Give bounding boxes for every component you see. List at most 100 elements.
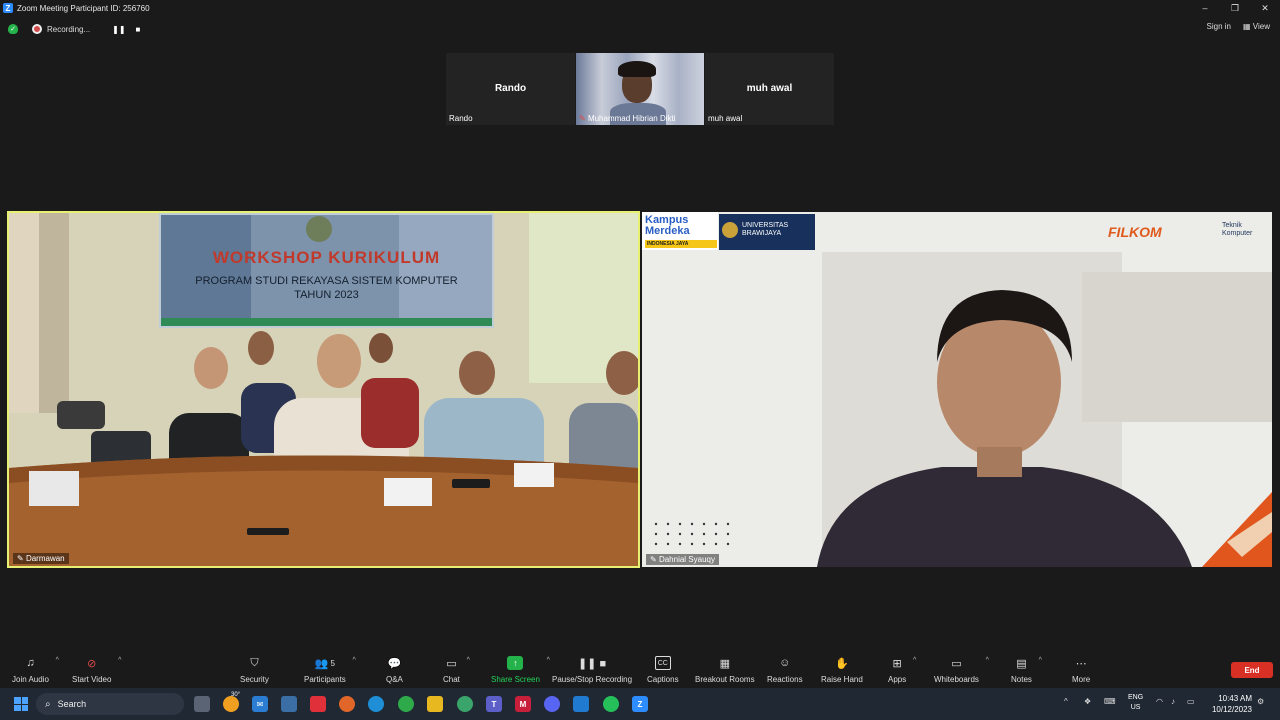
- join-audio-button[interactable]: ♫ Join Audio ^: [12, 656, 59, 684]
- dropbox-icon[interactable]: ❖: [1084, 697, 1091, 706]
- participant-name: muh awal: [746, 83, 793, 94]
- chevron-up-icon[interactable]: ^: [913, 657, 916, 664]
- notes-icon: ▤: [1016, 657, 1027, 670]
- more-label: More: [1072, 675, 1091, 684]
- shield-icon: ⛉: [250, 656, 259, 669]
- participant-label: Rando: [449, 114, 473, 123]
- whiteboard-icon: ▭: [951, 657, 962, 670]
- qa-button[interactable]: 💬 Q&A: [386, 656, 403, 685]
- notes-button[interactable]: ▤ Notes ^: [1011, 656, 1042, 684]
- grid-icon: ▦: [1243, 22, 1253, 31]
- chevron-up-icon[interactable]: ^: [353, 657, 356, 664]
- system-clock[interactable]: 10:43 AM 10/12/2023: [1212, 693, 1252, 715]
- participant-label: muh awal: [708, 114, 743, 123]
- recording-indicator-icon: [32, 24, 42, 34]
- discord-icon[interactable]: [544, 696, 560, 712]
- video-tile-darmawan[interactable]: WORKSHOP KURIKULUM PROGRAM STUDI REKAYAS…: [7, 211, 640, 568]
- view-button[interactable]: ▦ View: [1243, 22, 1270, 31]
- stop-recording-button[interactable]: ■: [136, 25, 141, 34]
- participant-tile-rando[interactable]: Rando Rando: [446, 53, 575, 125]
- chevron-up-icon[interactable]: ^: [547, 657, 550, 664]
- battery-icon[interactable]: ▭: [1187, 697, 1195, 706]
- keyboard-icon[interactable]: ⌨: [1104, 697, 1116, 706]
- close-button[interactable]: ✕: [1250, 0, 1280, 16]
- participants-label: Participants: [304, 675, 346, 684]
- zoom-taskbar-icon[interactable]: Z: [632, 696, 648, 712]
- search-label: Search: [57, 699, 87, 709]
- filkom-logo: FILKOM: [1108, 224, 1162, 240]
- minimize-button[interactable]: –: [1190, 0, 1220, 16]
- share-screen-button[interactable]: ↑ Share Screen ^: [491, 656, 550, 684]
- whiteboards-button[interactable]: ▭ Whiteboards ^: [934, 656, 989, 684]
- restore-button[interactable]: ❐: [1220, 0, 1250, 16]
- pause-stop-recording-button[interactable]: ❚❚ ■ Pause/Stop Recording: [552, 656, 632, 685]
- pause-recording-button[interactable]: ❚❚: [112, 25, 125, 34]
- chevron-up-icon[interactable]: ^: [986, 657, 989, 664]
- participant-tile-muh-awal[interactable]: muh awal muh awal: [705, 53, 834, 125]
- chrome-icon[interactable]: [398, 696, 414, 712]
- qa-icon: 💬: [387, 657, 402, 670]
- gift-app-icon[interactable]: [310, 696, 326, 712]
- windows-start-icon[interactable]: [14, 697, 28, 711]
- chevron-up-icon[interactable]: ^: [56, 657, 59, 664]
- participants-icon: 👥 5: [314, 657, 335, 670]
- raise-hand-button[interactable]: ✋ Raise Hand: [821, 656, 863, 685]
- more-button[interactable]: ⋯ More: [1072, 656, 1091, 685]
- participant-label: ✎ Muhammad Hibrian Dikti: [579, 114, 676, 123]
- chat-button[interactable]: ▭ Chat ^: [443, 656, 470, 684]
- apps-button[interactable]: ⊞ Apps ^: [888, 656, 916, 684]
- firefox-icon[interactable]: [339, 696, 355, 712]
- clock-time: 10:43 AM: [1218, 694, 1252, 703]
- vscode-icon[interactable]: [573, 696, 589, 712]
- reactions-button[interactable]: ☺ Reactions: [767, 656, 803, 684]
- chat-label: Chat: [443, 675, 460, 684]
- zoom-logo-icon: Z: [3, 3, 13, 13]
- top-right-controls: Sign in ▦ View: [1207, 22, 1270, 31]
- security-button[interactable]: ⛉ Security: [240, 656, 269, 685]
- breakout-label: Breakout Rooms: [695, 675, 755, 684]
- whatsapp-icon[interactable]: [603, 696, 619, 712]
- chevron-up-icon[interactable]: ^: [1064, 697, 1068, 706]
- task-view-icon[interactable]: [194, 696, 210, 712]
- chevron-up-icon[interactable]: ^: [118, 657, 121, 664]
- mail-icon[interactable]: ✉: [252, 696, 268, 712]
- start-video-label: Start Video: [72, 675, 112, 684]
- app-globe-icon[interactable]: [457, 696, 473, 712]
- breakout-rooms-button[interactable]: ▦ Breakout Rooms: [695, 656, 755, 685]
- file-explorer-icon[interactable]: [427, 696, 443, 712]
- video-tile-dahnial[interactable]: Kampus Merdeka INDONESIA JAYA UNIVERSITA…: [642, 212, 1272, 567]
- clock-date: 10/12/2023: [1211, 705, 1252, 714]
- video-name-label: ✎ Dahnial Syauqy: [646, 554, 719, 565]
- chevron-up-icon[interactable]: ^: [1039, 657, 1042, 664]
- video-name-text: Dahnial Syauqy: [658, 555, 715, 564]
- participants-button[interactable]: 👥 5 Participants ^: [304, 656, 356, 684]
- security-label: Security: [240, 675, 269, 684]
- start-video-button[interactable]: ⊘ Start Video ^: [72, 656, 121, 684]
- end-meeting-button[interactable]: End: [1231, 662, 1273, 678]
- search-icon: ⌕: [45, 698, 51, 710]
- sign-in-link[interactable]: Sign in: [1207, 22, 1231, 31]
- breakout-grid-icon: ▦: [719, 657, 730, 670]
- participant-tile-hibrian[interactable]: ✎ Muhammad Hibrian Dikti: [576, 53, 704, 125]
- more-dots-icon: ⋯: [1075, 657, 1087, 670]
- captions-button[interactable]: CC Captions: [647, 656, 679, 684]
- language-indicator[interactable]: ENG US: [1128, 693, 1143, 713]
- encryption-shield-icon[interactable]: ✓: [8, 24, 18, 34]
- chevron-up-icon[interactable]: ^: [467, 657, 470, 664]
- teams-icon[interactable]: T: [486, 696, 502, 712]
- participant-label-text: Muhammad Hibrian Dikti: [587, 114, 676, 123]
- chat-icon: ▭: [446, 657, 457, 670]
- window-title: Zoom Meeting Participant ID: 256760: [17, 3, 150, 13]
- weather-icon[interactable]: [223, 696, 239, 712]
- store-icon[interactable]: [281, 696, 297, 712]
- wifi-icon[interactable]: ◠: [1156, 697, 1163, 706]
- windows-taskbar: ⌕ Search 30° ✉ T M Z ^ ❖ ⌨ ENG US ◠ ♪ ▭ …: [0, 688, 1280, 720]
- cc-icon: CC: [654, 656, 671, 670]
- meeting-toolbar: ♫ Join Audio ^ ⊘ Start Video ^ ⛉ Securit…: [0, 650, 1280, 688]
- volume-icon[interactable]: ♪: [1171, 697, 1175, 706]
- edge-icon[interactable]: [368, 696, 384, 712]
- ub-emblem-icon: [722, 222, 738, 238]
- mendeley-icon[interactable]: M: [515, 696, 531, 712]
- taskbar-search[interactable]: ⌕ Search: [36, 693, 184, 715]
- notification-gear-icon[interactable]: ⚙: [1257, 697, 1264, 706]
